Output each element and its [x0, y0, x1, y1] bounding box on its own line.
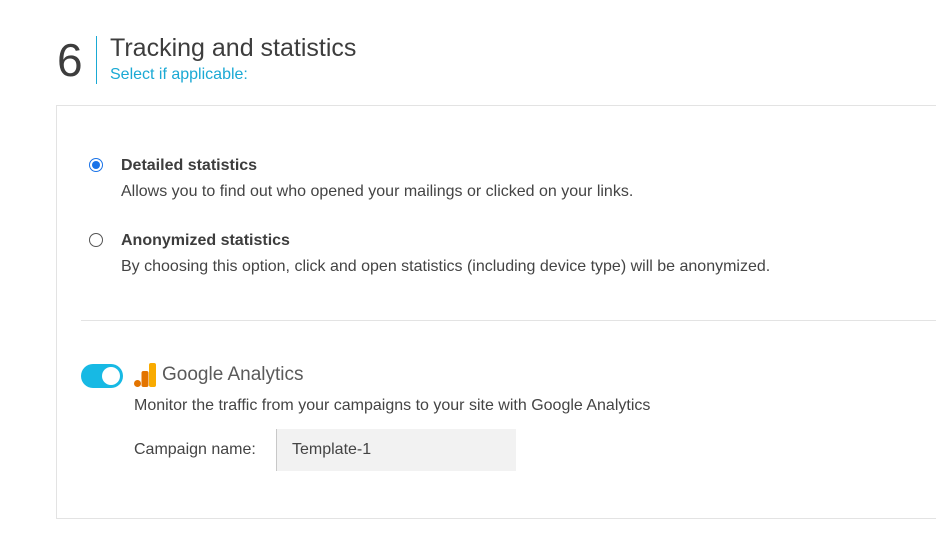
section-title: Tracking and statistics: [110, 34, 357, 62]
option-description: Allows you to find out who opened your m…: [121, 183, 634, 200]
radio-detailed-statistics[interactable]: [89, 158, 103, 172]
toggle-knob: [102, 367, 120, 385]
tracking-panel: Detailed statistics Allows you to find o…: [56, 105, 936, 519]
google-analytics-logo-icon: [134, 363, 156, 387]
google-analytics-name: Google Analytics: [162, 364, 304, 385]
campaign-name-input[interactable]: [276, 429, 516, 471]
divider: [81, 320, 936, 321]
step-divider: [96, 36, 97, 84]
option-title: Anonymized statistics: [121, 232, 290, 249]
google-analytics-description: Monitor the traffic from your campaigns …: [134, 397, 651, 414]
section-subtitle: Select if applicable:: [110, 66, 248, 83]
google-analytics-toggle[interactable]: [81, 364, 123, 388]
campaign-name-label: Campaign name:: [134, 441, 256, 458]
option-description: By choosing this option, click and open …: [121, 258, 771, 275]
step-number: 6: [57, 34, 83, 86]
radio-anonymized-statistics[interactable]: [89, 233, 103, 247]
option-title: Detailed statistics: [121, 157, 258, 174]
